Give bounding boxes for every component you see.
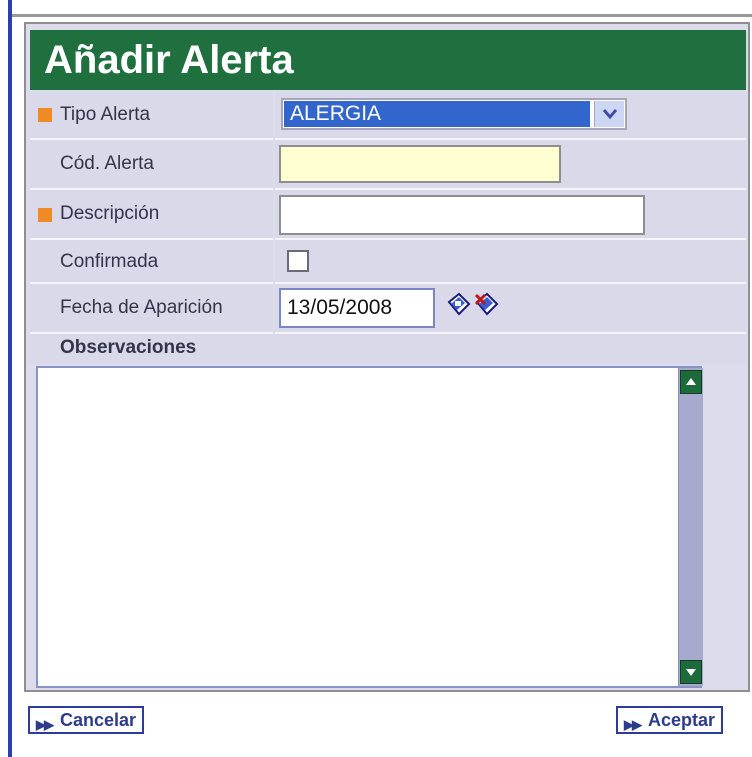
form-title: Añadir Alerta (30, 30, 746, 90)
value-cell (275, 190, 746, 240)
row-confirmada: Confirmada (30, 240, 746, 284)
row-fecha-aparicion: Fecha de Aparición 13/05/2008 (30, 284, 746, 334)
value-cell: ALERGIA (275, 92, 746, 140)
top-divider (12, 14, 752, 17)
fecha-aparicion-label: Fecha de Aparición (60, 297, 223, 318)
label-cell: Confirmada (30, 240, 273, 284)
value-cell (275, 240, 746, 284)
confirmada-checkbox[interactable] (287, 250, 309, 272)
label-cell: Cód. Alerta (30, 140, 273, 190)
observaciones-scrollbar[interactable] (678, 368, 703, 686)
cancel-button[interactable]: ▶▶ Cancelar (28, 706, 145, 734)
calendar-clear-icon[interactable] (473, 292, 499, 318)
double-arrow-right-icon: ▶▶ (36, 717, 54, 732)
confirmada-label: Confirmada (60, 251, 159, 272)
label-cell: Tipo Alerta (30, 92, 273, 140)
row-tipo-alerta: Tipo Alerta ALERGIA (30, 92, 746, 140)
cancel-button-label: Cancelar (60, 710, 137, 730)
fecha-aparicion-input[interactable]: 13/05/2008 (279, 288, 435, 328)
row-cod-alerta: Cód. Alerta (30, 140, 746, 190)
required-marker-icon (38, 108, 52, 122)
left-border-strip (8, 0, 12, 757)
cod-alerta-input[interactable] (279, 145, 561, 183)
scroll-up-icon[interactable] (680, 370, 702, 394)
value-cell: 13/05/2008 (275, 284, 746, 334)
descripcion-label: Descripción (60, 203, 160, 224)
observaciones-textarea[interactable] (36, 366, 703, 688)
accept-button[interactable]: ▶▶ Aceptar (616, 706, 724, 734)
accept-button-label: Aceptar (648, 710, 716, 730)
tipo-alerta-label: Tipo Alerta (60, 104, 151, 125)
tipo-alerta-select[interactable]: ALERGIA (281, 98, 627, 130)
scroll-down-icon[interactable] (680, 660, 702, 684)
chevron-down-icon[interactable] (594, 101, 624, 127)
row-observaciones: Observaciones (30, 334, 746, 364)
tipo-alerta-selected-value: ALERGIA (284, 101, 590, 127)
descripcion-input[interactable] (279, 195, 645, 235)
double-arrow-right-icon: ▶▶ (624, 717, 642, 732)
observaciones-label: Observaciones (60, 337, 197, 358)
calendar-icon[interactable] (445, 292, 471, 318)
row-descripcion: Descripción (30, 190, 746, 240)
label-cell: Descripción (30, 190, 273, 240)
label-cell: Fecha de Aparición (30, 284, 273, 334)
required-marker-icon (38, 208, 52, 222)
add-alert-form: Añadir Alerta Tipo Alerta ALERGIA Cód. A… (24, 22, 750, 692)
cod-alerta-label: Cód. Alerta (60, 153, 154, 174)
chevron-down-icon-glyph (602, 109, 617, 120)
value-cell (275, 140, 746, 190)
